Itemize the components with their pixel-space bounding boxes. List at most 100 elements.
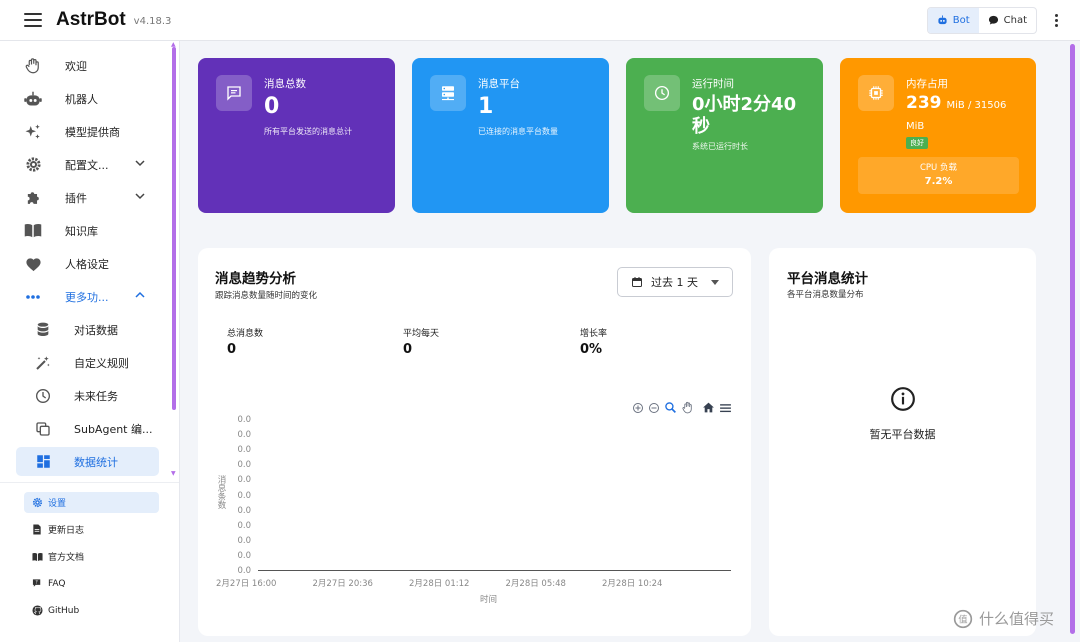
magnify-icon[interactable] xyxy=(664,401,677,414)
y-tick-label: 0.0 xyxy=(237,430,251,441)
chevron-down-icon xyxy=(135,160,145,167)
pan-hand-icon[interactable] xyxy=(681,401,694,414)
y-tick-label: 0.0 xyxy=(237,520,251,531)
x-tick-label: 2月27日 20:36 xyxy=(312,579,373,589)
stat-value: 1 xyxy=(478,94,494,119)
sidebar-item-label: 机器人 xyxy=(65,92,98,106)
sidebar-item-label: 自定义规则 xyxy=(74,356,129,370)
sidebar-item-label: 人格设定 xyxy=(65,257,109,271)
sidebar-item-label: 知识库 xyxy=(65,224,98,238)
dropdown-arrow-icon xyxy=(711,279,719,285)
book-icon xyxy=(22,223,44,238)
card-subtitle: 跟踪消息数量随时间的变化 xyxy=(215,291,318,301)
chevron-down-icon xyxy=(135,193,145,200)
zoom-out-icon[interactable] xyxy=(648,402,660,414)
y-tick-label: 0.0 xyxy=(237,490,251,501)
footer-item-label: 官方文档 xyxy=(48,553,85,563)
chip-icon xyxy=(858,75,894,111)
question-icon: ? xyxy=(30,578,44,589)
x-tick-label: 2月28日 05:48 xyxy=(505,579,566,589)
sidebar-item-providers[interactable]: 模型提供商 xyxy=(16,117,159,146)
server-icon xyxy=(430,75,466,111)
menu-icon[interactable] xyxy=(24,13,42,27)
footer-item-docs[interactable]: 官方文档 xyxy=(24,546,159,567)
message-icon xyxy=(216,75,252,111)
sidebar-item-label: 更多功... xyxy=(65,290,109,304)
gear-icon xyxy=(22,156,44,173)
watermark: 值 什么值得买 xyxy=(953,608,1054,629)
sidebar-item-welcome[interactable]: 欢迎 xyxy=(16,51,159,80)
heart-icon xyxy=(22,256,44,272)
main-scrollbar[interactable] xyxy=(1070,44,1075,634)
message-trend-card: 消息趋势分析 跟踪消息数量随时间的变化 过去 1 天 总消息数 0 平均每天 0… xyxy=(198,248,751,636)
stat-title: 内存占用 xyxy=(906,78,948,90)
more-options-icon[interactable] xyxy=(1055,13,1058,27)
watermark-text: 什么值得买 xyxy=(979,610,1055,628)
footer-item-changelog[interactable]: 更新日志 xyxy=(24,519,159,540)
time-range-select[interactable]: 过去 1 天 xyxy=(617,267,733,297)
sidebar-item-label: 插件 xyxy=(65,191,87,205)
stat-card-total-messages: 消息总数 0 所有平台发送的消息总计 xyxy=(198,58,395,213)
menu-icon[interactable] xyxy=(719,402,732,414)
y-tick-label: 0.0 xyxy=(237,445,251,456)
sidebar-item-conversations[interactable]: 对话数据 xyxy=(16,315,159,344)
footer-item-github[interactable]: GitHub xyxy=(24,600,159,621)
sidebar-item-knowledge[interactable]: 知识库 xyxy=(16,216,159,245)
sidebar-item-config[interactable]: 配置文... xyxy=(16,150,159,179)
stat-description: 已连接的消息平台数量 xyxy=(478,127,558,136)
sidebar-item-future-tasks[interactable]: 未来任务 xyxy=(16,381,159,410)
watermark-logo-icon: 值 xyxy=(953,609,973,628)
cpu-label: CPU 负载 xyxy=(920,163,957,173)
metric-label: 平均每天 xyxy=(403,329,440,339)
memory-used-value: 239 xyxy=(906,93,942,113)
zoom-in-icon[interactable] xyxy=(632,402,644,414)
stat-description: 所有平台发送的消息总计 xyxy=(264,127,352,136)
sidebar-item-rules[interactable]: 自定义规则 xyxy=(16,348,159,377)
svg-text:值: 值 xyxy=(958,613,967,625)
top-app-bar: AstrBot v4.18.3 Bot Chat xyxy=(0,0,1080,41)
memory-value-row: 239 MiB / 31506 xyxy=(906,93,1006,113)
sidebar-item-label: 欢迎 xyxy=(65,59,87,73)
sidebar-item-label: 数据统计 xyxy=(74,455,118,469)
chat-mode-button[interactable]: Chat xyxy=(979,8,1036,33)
chat-bubble-icon xyxy=(988,15,998,25)
footer-item-label: 设置 xyxy=(48,499,67,509)
scroll-down-arrow-icon[interactable]: ▼ xyxy=(171,470,176,477)
x-axis-label: 时间 xyxy=(480,595,498,605)
info-icon xyxy=(891,387,915,411)
stat-title: 运行时间 xyxy=(692,78,734,90)
database-icon xyxy=(32,322,54,338)
home-icon[interactable] xyxy=(702,401,715,414)
sidebar-item-label: 配置文... xyxy=(65,158,109,172)
sidebar-item-label: SubAgent 编... xyxy=(74,422,153,436)
time-range-value: 过去 1 天 xyxy=(651,276,698,289)
stat-card-uptime: 运行时间 0小时2分40 秒 系统已运行时长 xyxy=(626,58,823,213)
metric-value: 0 xyxy=(403,342,413,357)
footer-item-label: GitHub xyxy=(48,605,80,616)
puzzle-icon xyxy=(22,189,44,206)
bot-mode-button[interactable]: Bot xyxy=(927,7,979,33)
x-tick-label: 2月27日 16:00 xyxy=(216,579,277,589)
memory-unit: MiB / 31506 xyxy=(946,100,1007,111)
sidebar-scrollbar[interactable] xyxy=(172,47,176,410)
y-axis-label: 消息条数 xyxy=(216,475,226,509)
sidebar-item-persona[interactable]: 人格设定 xyxy=(16,249,159,278)
footer-item-faq[interactable]: ? FAQ xyxy=(24,573,159,594)
stat-title: 消息平台 xyxy=(478,78,520,90)
y-tick-label: 0.0 xyxy=(237,415,251,425)
y-tick-label: 0.0 xyxy=(237,460,251,471)
footer-item-settings[interactable]: 设置 xyxy=(24,492,159,513)
sidebar-item-bots[interactable]: 机器人 xyxy=(16,84,159,113)
sidebar-item-label: 对话数据 xyxy=(74,323,118,337)
robot-icon xyxy=(22,91,44,107)
sidebar-item-statistics[interactable]: 数据统计 xyxy=(16,447,159,476)
metric-label: 增长率 xyxy=(580,329,608,339)
x-tick-label: 2月28日 10:24 xyxy=(602,579,663,589)
sidebar-item-plugins[interactable]: 插件 xyxy=(16,183,159,212)
chat-mode-label: Chat xyxy=(1003,14,1027,26)
card-title: 消息趋势分析 xyxy=(215,271,296,287)
y-tick-label: 0.0 xyxy=(237,535,251,546)
sidebar-item-subagent[interactable]: SubAgent 编... xyxy=(16,414,159,443)
sidebar-item-more[interactable]: 更多功... xyxy=(16,282,159,311)
stat-card-memory: 内存占用 239 MiB / 31506 MiB 良好 CPU 负载 7.2% xyxy=(840,58,1036,213)
